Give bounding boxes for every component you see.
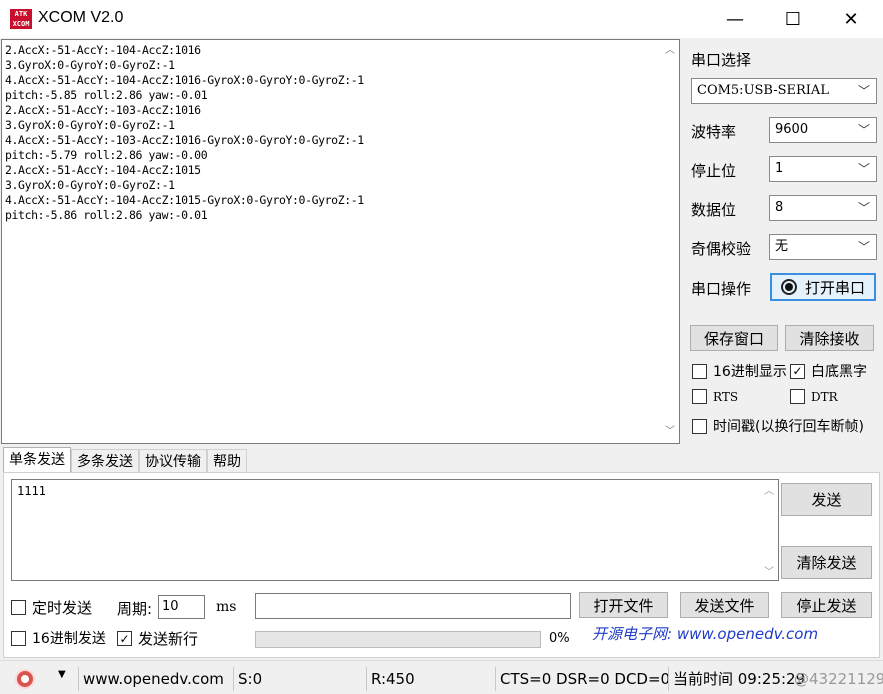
stop-send-button[interactable]: 停止发送: [781, 592, 872, 618]
hex-send-checkbox[interactable]: 16进制发送: [11, 628, 106, 648]
scroll-up-icon[interactable]: ︿: [760, 482, 778, 497]
dtr-checkbox[interactable]: DTR: [790, 389, 838, 404]
hex-send-label: 16进制发送: [32, 631, 106, 647]
title-bar: ATK XCOM XCOM V2.0 — ☐ ✕: [0, 0, 883, 38]
timed-send-label: 定时发送: [32, 599, 93, 617]
chevron-down-icon: ﹀: [857, 123, 870, 137]
receive-area[interactable]: 2.AccX:-51-AccY:-104-AccZ:1016 3.GyroX:0…: [1, 39, 680, 444]
scroll-down-icon[interactable]: ﹀: [661, 423, 679, 441]
port-select-value: COM5:USB-SERIAL: [697, 83, 829, 98]
send-file-button[interactable]: 发送文件: [680, 592, 769, 618]
receive-scrollbar[interactable]: ︿ ﹀: [661, 40, 679, 443]
maximize-button[interactable]: ☐: [764, 0, 822, 38]
website-banner[interactable]: 开源电子网: www.openedv.com: [584, 621, 874, 647]
dtr-label: DTR: [811, 389, 838, 404]
white-black-checkbox[interactable]: ✓ 白底黑字: [790, 361, 867, 381]
hex-display-label: 16进制显示: [713, 364, 787, 380]
status-signals: CTS=0 DSR=0 DCD=0: [495, 667, 670, 691]
close-button[interactable]: ✕: [822, 0, 880, 38]
send-tabs: 单条发送 多条发送 协议传输 帮助: [3, 447, 247, 474]
scroll-down-icon[interactable]: ﹀: [760, 563, 778, 578]
checkmark-icon: ✓: [117, 631, 132, 646]
checkbox-icon: [692, 363, 707, 379]
port-select[interactable]: COM5:USB-SERIAL ﹀: [691, 78, 877, 104]
databits-select[interactable]: 8 ﹀: [769, 195, 877, 221]
timestamp-checkbox[interactable]: 时间戳(以换行回车断帧): [692, 416, 864, 436]
port-op-label: 串口操作: [691, 280, 752, 298]
chevron-down-icon: ﹀: [857, 240, 870, 254]
databits-label: 数据位: [691, 201, 737, 219]
chevron-down-icon: ﹀: [857, 162, 870, 176]
tab-multi-send[interactable]: 多条发送: [71, 449, 139, 474]
send-scrollbar[interactable]: ︿ ﹀: [760, 480, 778, 580]
stopbits-select[interactable]: 1 ﹀: [769, 156, 877, 182]
menu-dropdown-icon[interactable]: ▼: [58, 669, 66, 680]
checkbox-icon: [11, 630, 26, 646]
status-time: 当前时间 09:25:29: [668, 667, 808, 691]
stopbits-label: 停止位: [691, 162, 737, 180]
window-title: XCOM V2.0: [38, 9, 124, 26]
parity-value: 无: [775, 239, 789, 254]
minimize-button[interactable]: —: [706, 0, 764, 38]
status-bar: ▼ www.openedv.com S:0 R:450 CTS=0 DSR=0 …: [0, 660, 883, 694]
period-label: 周期:: [117, 600, 153, 618]
baud-value: 9600: [775, 122, 809, 137]
send-progress-bar: [255, 631, 541, 648]
rts-label: RTS: [713, 389, 739, 404]
tab-help[interactable]: 帮助: [207, 449, 247, 474]
checkbox-icon: [692, 389, 707, 404]
chevron-down-icon: ﹀: [857, 201, 870, 215]
progress-percent: 0%: [549, 631, 570, 646]
period-input[interactable]: 10: [158, 595, 205, 619]
scroll-up-icon[interactable]: ︿: [661, 42, 679, 60]
status-url[interactable]: www.openedv.com: [78, 667, 228, 691]
tab-protocol[interactable]: 协议传输: [139, 449, 207, 474]
checkbox-icon: [790, 389, 805, 404]
stopbits-value: 1: [775, 161, 784, 176]
port-status-icon: [780, 279, 797, 295]
send-input[interactable]: 1111 ︿ ﹀: [11, 479, 779, 581]
hex-display-checkbox[interactable]: 16进制显示: [692, 361, 787, 381]
clear-receive-button[interactable]: 清除接收: [785, 325, 874, 351]
port-select-label: 串口选择: [691, 51, 752, 69]
app-logo-icon: ATK XCOM: [10, 9, 32, 29]
databits-value: 8: [775, 200, 784, 215]
settings-gear-icon[interactable]: [15, 669, 35, 689]
period-unit: ms: [216, 599, 237, 615]
send-text: 1111: [17, 484, 46, 498]
open-file-button[interactable]: 打开文件: [579, 592, 668, 618]
checkbox-icon: [692, 418, 707, 434]
open-port-button[interactable]: 打开串口: [770, 273, 876, 301]
rts-checkbox[interactable]: RTS: [692, 389, 738, 404]
status-sent-count: S:0: [233, 667, 363, 691]
watermark: @43221129: [794, 670, 883, 688]
receive-text: 2.AccX:-51-AccY:-104-AccZ:1016 3.GyroX:0…: [5, 43, 364, 222]
baud-select[interactable]: 9600 ﹀: [769, 117, 877, 143]
open-port-label: 打开串口: [804, 278, 865, 297]
white-black-label: 白底黑字: [811, 364, 867, 380]
timed-send-checkbox[interactable]: 定时发送: [11, 597, 92, 618]
checkbox-icon: [11, 600, 26, 615]
checkmark-icon: ✓: [790, 363, 805, 379]
send-button[interactable]: 发送: [781, 483, 872, 516]
parity-select[interactable]: 无 ﹀: [769, 234, 877, 260]
tab-single-send[interactable]: 单条发送: [3, 447, 71, 474]
send-newline-label: 发送新行: [138, 630, 199, 648]
chevron-down-icon: ﹀: [857, 84, 870, 98]
send-newline-checkbox[interactable]: ✓ 发送新行: [117, 628, 198, 649]
save-window-button[interactable]: 保存窗口: [690, 325, 778, 351]
clear-send-button[interactable]: 清除发送: [781, 546, 872, 579]
file-path-input[interactable]: [255, 593, 571, 619]
status-received-count: R:450: [366, 667, 494, 691]
timestamp-label: 时间戳(以换行回车断帧): [713, 419, 864, 435]
parity-label: 奇偶校验: [691, 240, 752, 258]
baud-label: 波特率: [691, 123, 737, 141]
send-panel: 1111 ︿ ﹀ 发送 清除发送 定时发送 周期: 10 ms 打开文件 发送文…: [3, 472, 880, 658]
